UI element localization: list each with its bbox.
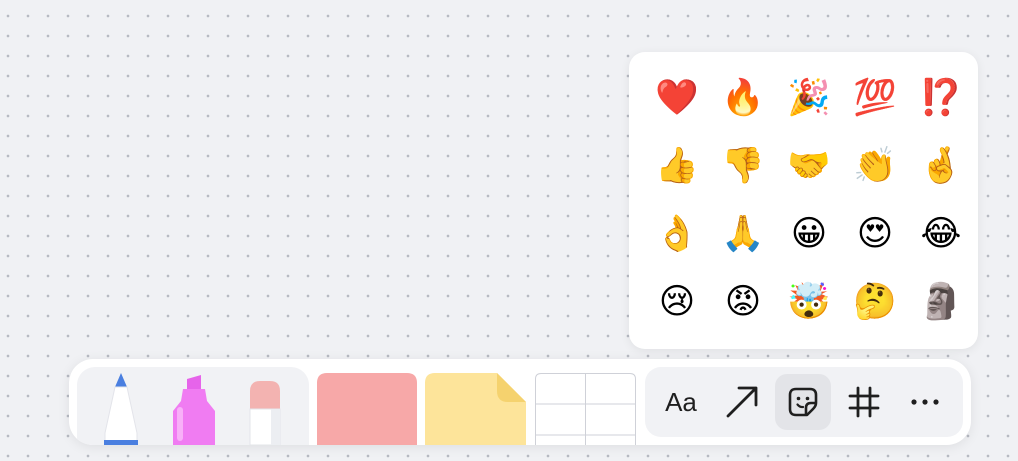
emoji-thinking-face[interactable]: 🤔 — [842, 268, 908, 336]
emoji-exploding-head[interactable]: 🤯 — [776, 268, 842, 336]
rectangle-shape-icon — [317, 373, 417, 445]
emoji-tears-of-joy[interactable]: 😂 — [908, 200, 974, 268]
emoji-exclamation-question[interactable]: ⁉️ — [908, 64, 974, 132]
sticker-icon — [788, 387, 818, 417]
more-button[interactable] — [897, 374, 953, 430]
emoji-moai[interactable]: 🗿 — [908, 268, 974, 336]
emoji-clapping-hands[interactable]: 👏 — [842, 132, 908, 200]
emoji-crying-face[interactable]: 😢 — [644, 268, 710, 336]
emoji-grid: ❤️ 🔥 🎉 💯 ⁉️ 👍 👎 🤝 👏 🤞 👌 🙏 😀 😍 😂 😢 😡 🤯 🤔 … — [644, 64, 974, 336]
bottom-toolbar: Aa — [69, 359, 971, 445]
emoji-party-popper[interactable]: 🎉 — [776, 64, 842, 132]
emoji-picker-panel: ❤️ 🔥 🎉 💯 ⁉️ 👍 👎 🤝 👏 🤞 👌 🙏 😀 😍 😂 😢 😡 🤯 🤔 … — [629, 52, 978, 349]
text-tool-button[interactable]: Aa — [653, 374, 709, 430]
emoji-thumbs-down[interactable]: 👎 — [710, 132, 776, 200]
sticker-tool-button[interactable] — [775, 374, 831, 430]
emoji-heart[interactable]: ❤️ — [644, 64, 710, 132]
eraser-icon — [249, 381, 281, 445]
arrow-icon — [726, 386, 758, 418]
highlighter-icon — [173, 375, 215, 445]
sticky-note-icon — [425, 373, 526, 445]
table-tool[interactable] — [535, 373, 636, 445]
emoji-thumbs-up[interactable]: 👍 — [644, 132, 710, 200]
more-icon — [911, 399, 939, 405]
frame-tool-button[interactable] — [836, 374, 892, 430]
emoji-handshake[interactable]: 🤝 — [776, 132, 842, 200]
emoji-fire[interactable]: 🔥 — [710, 64, 776, 132]
emoji-ok-hand[interactable]: 👌 — [644, 200, 710, 268]
emoji-angry-face[interactable]: 😡 — [710, 268, 776, 336]
pen-icon — [104, 373, 138, 445]
emoji-crossed-fingers[interactable]: 🤞 — [908, 132, 974, 200]
sticky-note-tool[interactable] — [425, 373, 527, 445]
actions-group: Aa — [645, 367, 963, 437]
emoji-hundred-points[interactable]: 💯 — [842, 64, 908, 132]
table-icon — [535, 373, 636, 445]
arrow-tool-button[interactable] — [714, 374, 770, 430]
text-tool-label: Aa — [665, 386, 697, 417]
emoji-folded-hands[interactable]: 🙏 — [710, 200, 776, 268]
drawing-tools-group — [77, 367, 309, 445]
frame-icon — [848, 386, 880, 418]
highlighter-tool[interactable] — [171, 375, 217, 445]
pen-tool[interactable] — [101, 373, 141, 445]
shape-tool[interactable] — [317, 373, 417, 445]
emoji-heart-eyes[interactable]: 😍 — [842, 200, 908, 268]
eraser-tool[interactable] — [247, 381, 283, 445]
emoji-grinning-face[interactable]: 😀 — [776, 200, 842, 268]
